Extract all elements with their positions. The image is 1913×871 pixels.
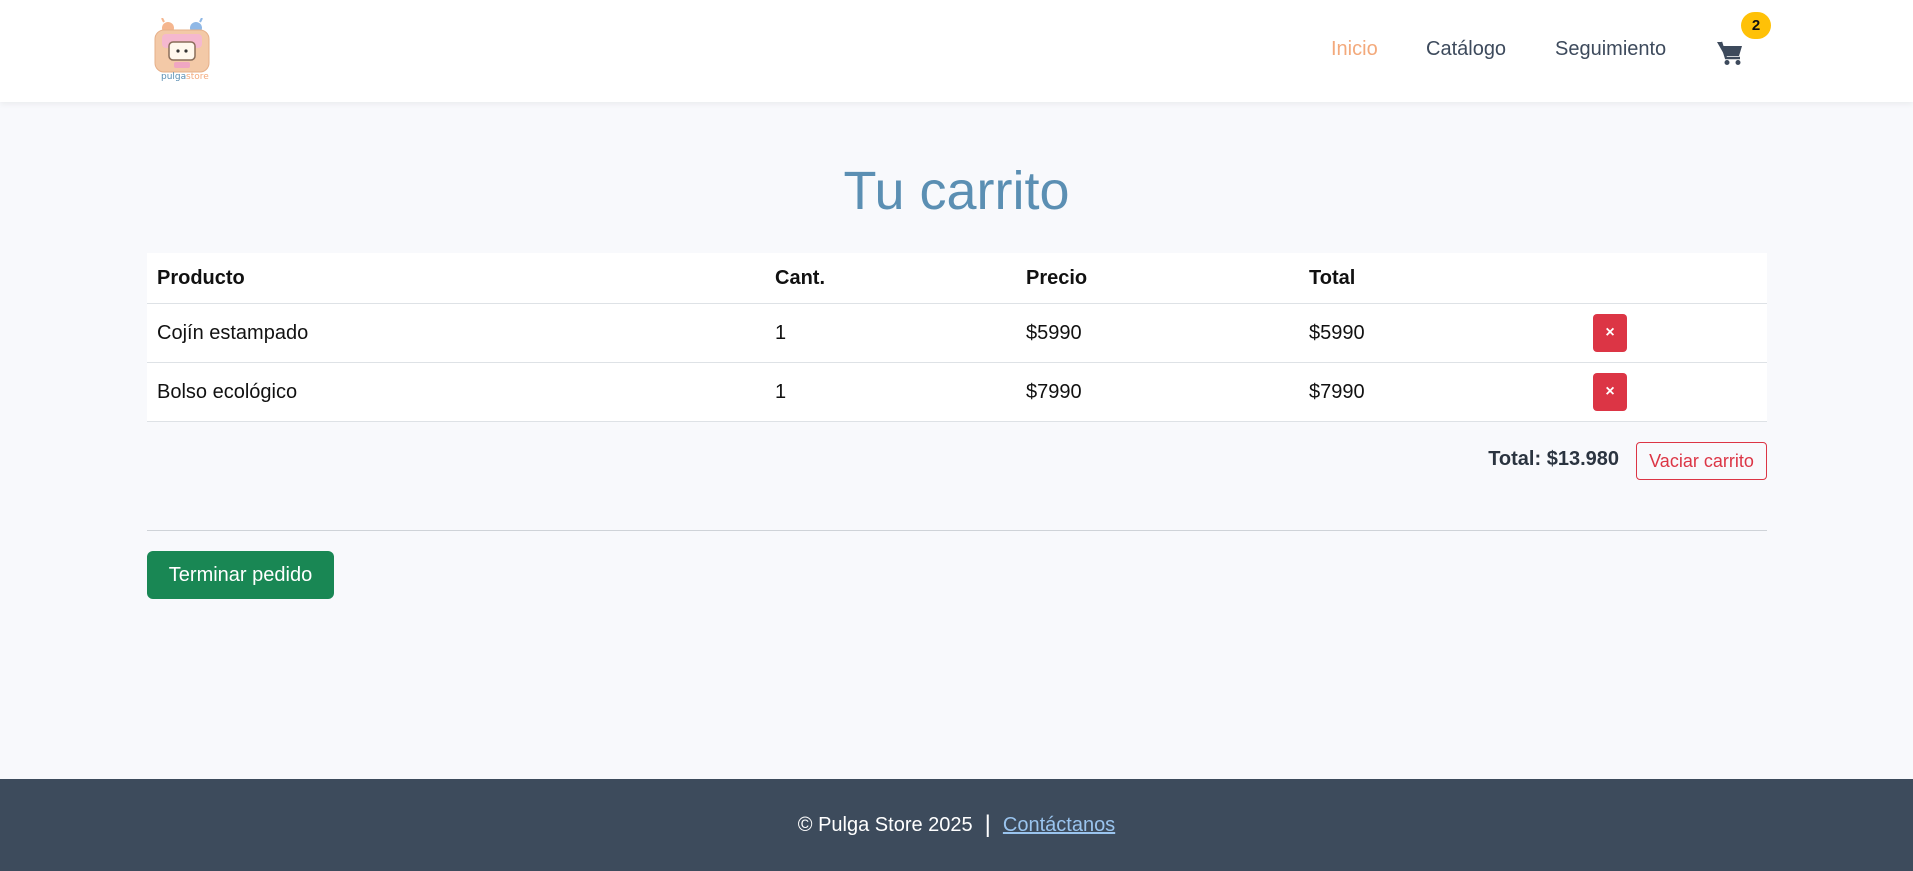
- table-header-row: Producto Cant. Precio Total: [147, 253, 1767, 304]
- column-header-cantidad: Cant.: [775, 266, 825, 289]
- cell-price: $7990: [1026, 380, 1082, 403]
- table-row: Bolso ecológico 1 $7990 $7990 ×: [147, 363, 1767, 422]
- brand-logo[interactable]: pulga store: [152, 18, 212, 82]
- footer-separator: |: [984, 811, 991, 838]
- contact-link[interactable]: Contáctanos: [1003, 814, 1115, 837]
- cell-qty: 1: [775, 321, 787, 344]
- footer-copyright: © Pulga Store 2025: [797, 813, 973, 836]
- cell-qty: 1: [775, 380, 787, 403]
- cart-total: Total: $13.980: [1488, 448, 1619, 470]
- footer: © Pulga Store 2025 | Contáctanos: [0, 779, 1913, 871]
- navbar: pulga store Inicio Catálogo Seguimiento …: [0, 0, 1913, 102]
- cell-total: $7990: [1309, 380, 1365, 403]
- page-title: Tu carrito: [843, 161, 1070, 221]
- empty-cart-button[interactable]: Vaciar carrito: [1636, 442, 1767, 480]
- cart-count-badge: 2: [1741, 12, 1771, 39]
- cell-action: ×: [1593, 363, 1627, 421]
- nav-link-inicio[interactable]: Inicio: [1331, 38, 1378, 61]
- table-row: Cojín estampado 1 $5990 $5990 ×: [147, 304, 1767, 363]
- shopping-cart-icon[interactable]: [1716, 40, 1744, 66]
- cell-price: $5990: [1026, 321, 1082, 344]
- cell-product: Cojín estampado: [157, 321, 309, 344]
- remove-item-button[interactable]: ×: [1593, 314, 1627, 352]
- cell-product: Bolso ecológico: [157, 380, 298, 403]
- column-header-precio: Precio: [1026, 266, 1088, 289]
- checkout-button[interactable]: Terminar pedido: [147, 551, 334, 599]
- cell-action: ×: [1593, 304, 1627, 362]
- cart-table: Producto Cant. Precio Total Cojín estamp…: [147, 253, 1767, 422]
- nav-link-catalogo[interactable]: Catálogo: [1426, 38, 1506, 61]
- nav-link-seguimiento[interactable]: Seguimiento: [1555, 38, 1666, 61]
- svg-text:store: store: [186, 72, 209, 82]
- remove-item-button[interactable]: ×: [1593, 373, 1627, 411]
- cell-total: $5990: [1309, 321, 1365, 344]
- column-header-producto: Producto: [157, 266, 245, 289]
- svg-text:pulga: pulga: [161, 72, 186, 82]
- page: pulga store Inicio Catálogo Seguimiento …: [0, 0, 1913, 871]
- column-header-total: Total: [1309, 266, 1356, 289]
- divider: [147, 530, 1767, 531]
